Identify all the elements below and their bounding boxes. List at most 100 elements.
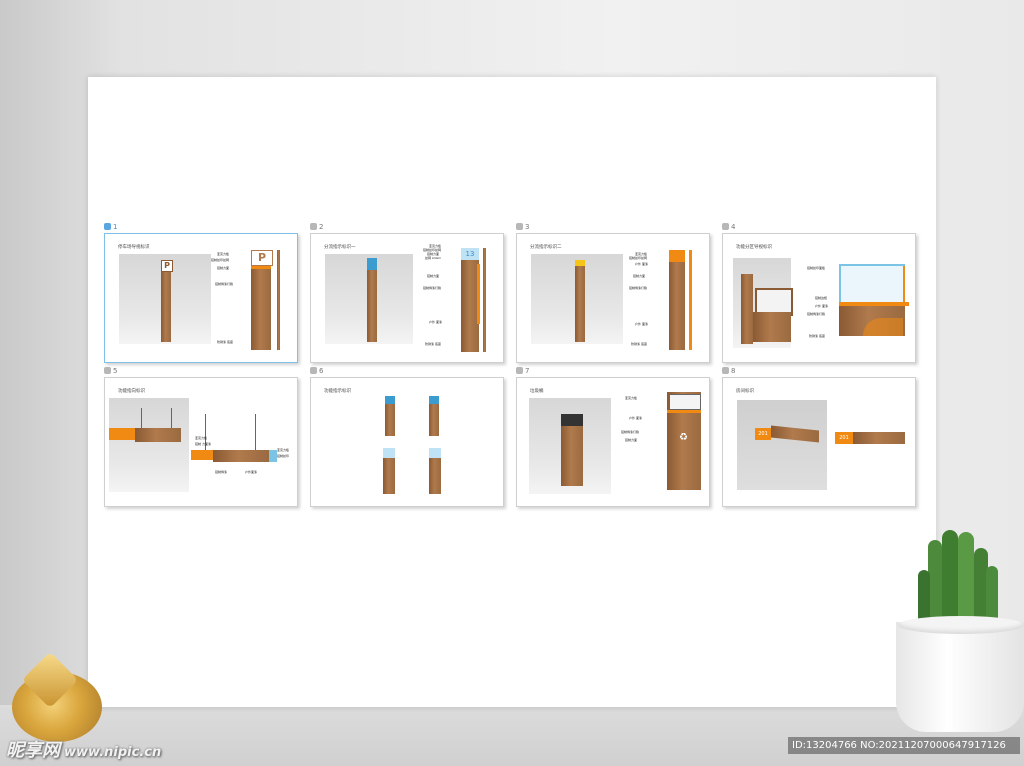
callout-label: 防锈漆 底座 <box>425 342 441 346</box>
watermark-url: www.nipic.cn <box>64 745 162 760</box>
sign-side-view <box>277 250 280 350</box>
display-board: 1 停车场导视标识 P P 亚克力板 铝制丝印丝网 铝制力面 铝制烤漆灯箱 防锈… <box>88 77 936 707</box>
trash-bin <box>561 426 583 486</box>
slide-icon <box>310 367 317 374</box>
sign-elevation <box>669 250 685 350</box>
sign-side-view <box>689 250 692 350</box>
sign-pillar <box>161 260 171 342</box>
slide-4[interactable]: 功能分区导视标识 铝制丝印面板 铝制边框 户外 面漆 铝制烤漆灯箱 防锈漆 底座 <box>722 233 916 363</box>
callout-label: 铝制丝印 <box>277 454 290 458</box>
sign-side-view <box>483 248 486 352</box>
bin-opening <box>669 394 701 410</box>
orange-stripe <box>477 264 480 324</box>
hanger-rod <box>141 408 142 428</box>
orange-stripe <box>251 266 271 269</box>
plant-pot <box>896 622 1024 732</box>
slide-icon <box>104 223 111 230</box>
slide-icon <box>104 367 111 374</box>
slide-title: 房间标识 <box>736 389 754 394</box>
callout-label: 铝制力面 <box>625 438 638 442</box>
callout-label: 铝制力面 <box>427 274 440 278</box>
slide-7[interactable]: 垃圾桶 ♻ 亚克力板 户外 面漆 铝制烤漆灯箱 铝制力面 <box>516 377 710 507</box>
callout-label: 铝制烤漆灯箱 <box>629 286 648 290</box>
slide-title: 停车场导视标识 <box>118 245 150 250</box>
callout-label: 户外 面漆 <box>635 262 648 266</box>
watermark-brand-text: 昵享网 <box>6 740 60 761</box>
callout-label: 铝制烤漆灯箱 <box>423 286 442 290</box>
orange-header <box>669 250 685 262</box>
sign-pillar <box>741 274 753 344</box>
acrylic-panel <box>429 396 439 404</box>
sign-pillar <box>367 260 377 342</box>
room-sign-elevation <box>853 432 905 444</box>
render-view <box>109 398 189 492</box>
parking-icon: P <box>251 250 273 266</box>
callout-label: 户外 面漆 <box>429 320 442 324</box>
callout-label: 亚克力板 <box>217 252 230 256</box>
slide-number-6: 6 <box>310 367 323 375</box>
slide-number-3: 3 <box>516 223 529 231</box>
callout-label: 铝制边框 <box>815 296 828 300</box>
slide-title: 垃圾桶 <box>530 389 544 394</box>
callout-label: 防锈漆 底座 <box>631 342 647 346</box>
acrylic-panel <box>429 448 441 458</box>
slide-number-4: 4 <box>722 223 735 231</box>
slide-title: 分流指示标识一 <box>324 245 356 250</box>
callout-label: 铝制丝印丝网 <box>629 256 648 260</box>
callout-label: 户外 面漆 <box>635 322 648 326</box>
watermark-brand: 昵享网 www.nipic.cn <box>6 736 161 762</box>
callout-label: 亚克力板 <box>625 396 638 400</box>
plant-pot-rim <box>898 616 1024 634</box>
acrylic-panel <box>367 258 377 270</box>
orange-segment <box>191 450 213 460</box>
callout-label: 亚克力板 <box>277 448 290 452</box>
slide-6[interactable]: 功能指示标识 <box>310 377 504 507</box>
slide-number-8: 8 <box>722 367 735 375</box>
slide-number-1: 1 <box>104 223 117 231</box>
slide-number-7: 7 <box>516 367 529 375</box>
slide-title: 功能指示标识 <box>324 389 351 394</box>
side-stripe <box>903 266 905 306</box>
callout-label: 防锈漆 底座 <box>217 340 233 344</box>
recycle-person-icon: ♻ <box>679 432 688 443</box>
bin-top <box>561 414 583 426</box>
slide-2[interactable]: 分流指示标识一 13 亚克力板 铝制丝印丝网 铝制力面 丝网 LOGO 铝制力面… <box>310 233 504 363</box>
callout-label: 铝制烤漆灯箱 <box>621 430 640 434</box>
callout-label: 铝制丝印面板 <box>807 266 826 270</box>
slide-icon <box>516 223 523 230</box>
callout-label: 户外面漆 <box>245 470 258 474</box>
image-id-bar: ID:13204766 NO:20211207000647917126 <box>788 737 1020 754</box>
callout-label: 铝制烤漆灯箱 <box>807 312 826 316</box>
slide-5[interactable]: 功能指向标识 亚克力板 铝制 力面漆 亚克力板 铝制丝印 铝制烤漆 户外面漆 <box>104 377 298 507</box>
callout-label: 铝制烤漆灯箱 <box>215 282 234 286</box>
callout-label: 丝网 LOGO <box>425 256 441 260</box>
parking-icon: P <box>161 260 173 272</box>
slide-3[interactable]: 分流指示标识二 亚克力板 铝制丝印丝网 户外 面漆 铝制力面 铝制烤漆灯箱 户外… <box>516 233 710 363</box>
acrylic-panel <box>385 396 395 404</box>
hanging-sign <box>135 428 181 442</box>
callout-label: 铝制力面 <box>633 274 646 278</box>
slide-1[interactable]: 停车场导视标识 P P 亚克力板 铝制丝印丝网 铝制力面 铝制烤漆灯箱 防锈漆 … <box>104 233 298 363</box>
orange-stripe <box>667 410 701 413</box>
callout-label: 铝制丝印丝网 <box>211 258 230 262</box>
sign-pillar <box>575 262 585 342</box>
acrylic-panel <box>269 450 277 462</box>
callout-label: 户外 面漆 <box>629 416 642 420</box>
slide-icon <box>310 223 317 230</box>
slide-title: 功能指向标识 <box>118 389 145 394</box>
slide-icon <box>722 367 729 374</box>
room-number-tag: 201 <box>835 432 853 444</box>
orange-segment <box>109 428 135 440</box>
callout-label: 防锈漆 底座 <box>809 334 825 338</box>
top-panel <box>575 260 585 266</box>
panel-elevation <box>839 264 905 304</box>
slide-8[interactable]: 房间标识 201 201 <box>722 377 916 507</box>
hanger-rod <box>255 414 256 450</box>
floor-number-panel: 13 <box>461 248 479 260</box>
slide-number-2: 2 <box>310 223 323 231</box>
callout-label: 铝制力面 <box>217 266 230 270</box>
callout-label: 户外 面漆 <box>815 304 828 308</box>
slide-number-5: 5 <box>104 367 117 375</box>
slide-icon <box>722 223 729 230</box>
sign-elevation <box>213 450 269 462</box>
